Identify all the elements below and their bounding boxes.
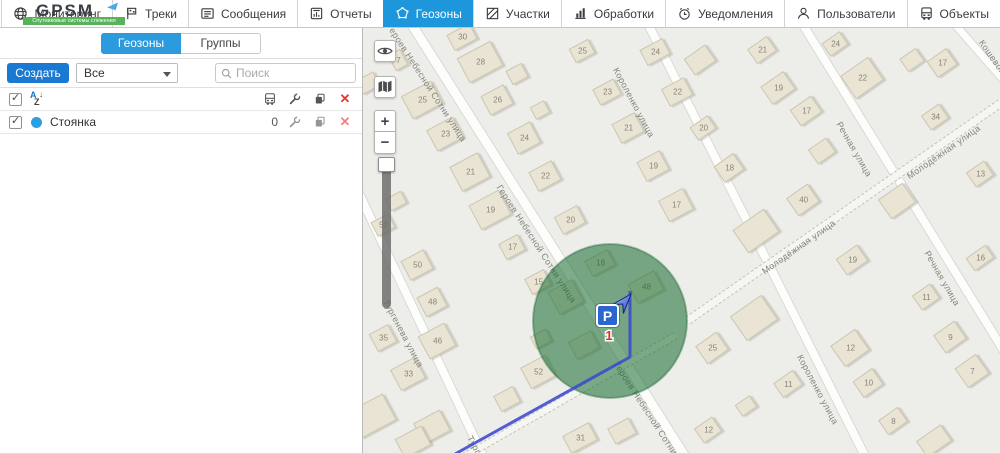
alarm-clock-icon [677, 6, 692, 21]
bar-chart-icon [573, 6, 588, 21]
nav-tab-label: Пользователи [817, 6, 896, 21]
nav-tab-geofences[interactable]: Геозоны [382, 0, 473, 27]
bus-icon [919, 6, 934, 21]
filter-dropdown[interactable]: Все [76, 63, 178, 83]
nav-tab-label: Уведомления [698, 6, 774, 21]
chevron-down-icon [163, 72, 171, 77]
nav-tab-label: Участки [505, 6, 550, 21]
copy-icon[interactable] [312, 91, 328, 107]
zoom-controls: + − [374, 110, 396, 154]
hatched-area-icon [485, 6, 500, 21]
filter-value: Все [84, 66, 105, 80]
check-icon: ✓ [11, 114, 21, 127]
sort-az-button[interactable]: A ↓ Z [30, 90, 47, 107]
map-canvas[interactable]: 7252321195048354633523028262422252321201… [363, 28, 1000, 453]
flag-icon [124, 6, 139, 21]
zoom-slider-handle[interactable] [378, 157, 395, 172]
row-checkbox[interactable]: ✓ [9, 114, 22, 129]
zoom-out-button[interactable]: − [374, 132, 396, 154]
parking-marker-label: P [603, 308, 612, 324]
brand-tagline: Спутниковые системы слежения [23, 17, 125, 25]
zoom-in-button[interactable]: + [374, 110, 396, 132]
copy-icon[interactable] [312, 114, 328, 130]
geozone-track-overlay: P 1 [454, 243, 688, 453]
nav-tab-label: Треки [145, 6, 178, 21]
search-icon [221, 68, 232, 78]
search-box [215, 63, 356, 83]
panel-tab-groups[interactable]: Группы [181, 32, 261, 54]
nav-tab-processing[interactable]: Обработки [560, 0, 665, 27]
geozones-panel: ГеозоныГруппы Создать Все ✓ A ↓ Z ✕ [0, 28, 363, 453]
geozone-row-stoyanka[interactable]: ✓ Стоянка 0 ✕ [0, 111, 362, 134]
edit-wrench-icon[interactable] [287, 114, 303, 130]
eye-icon [377, 47, 393, 55]
message-list-icon [200, 6, 215, 21]
brand-logo: GPSM Спутниковые системы слежения [0, 0, 125, 27]
nav-tab-label: Объекты [939, 6, 990, 21]
nav-tab-objects[interactable]: Объекты [906, 0, 1000, 27]
delete-icon[interactable]: ✕ [337, 114, 353, 130]
assign-objects-icon[interactable] [262, 91, 278, 107]
nav-tab-reports[interactable]: Отчеты [297, 0, 382, 27]
report-chart-icon [309, 6, 324, 21]
panel-controls: Создать Все [0, 59, 362, 88]
nav-tab-label: Отчеты [330, 6, 372, 21]
edit-wrench-icon[interactable] [287, 91, 303, 107]
panel-tabs: Геозоны Группы [0, 28, 362, 59]
geozone-count: 0 [271, 115, 278, 129]
visibility-eye-button[interactable] [374, 40, 396, 62]
map-layers-button[interactable] [374, 76, 396, 98]
search-input[interactable] [236, 66, 351, 80]
folded-map-icon [378, 80, 392, 93]
geofence-polygon-icon [395, 6, 410, 21]
geozone-color-dot [31, 116, 42, 128]
nav-tab-label: Сообщения [221, 6, 287, 21]
track-point-badge: 1 [605, 328, 612, 343]
geozone-name: Стоянка [50, 115, 97, 129]
create-button[interactable]: Создать [7, 63, 69, 83]
gpsm-app: GPSM Спутниковые системы слежения Монито… [0, 0, 1000, 454]
nav-tab-label: Геозоны [415, 6, 462, 21]
top-navigation-bar: GPSM Спутниковые системы слежения Монито… [0, 0, 1000, 28]
nav-tab-areas[interactable]: Участки [472, 0, 561, 27]
panel-tab-geozones[interactable]: Геозоны [101, 32, 181, 54]
list-header-row: ✓ A ↓ Z ✕ [0, 88, 362, 111]
person-icon [796, 6, 811, 21]
select-all-checkbox[interactable]: ✓ [9, 91, 22, 106]
main-nav: Мониторинг Треки Сообщения Отчеты Геозоны Уча… [1, 0, 1000, 27]
check-icon: ✓ [11, 91, 21, 104]
nav-tab-messages[interactable]: Сообщения [188, 0, 297, 27]
nav-tab-notifications[interactable]: Уведомления [665, 0, 784, 27]
delete-icon[interactable]: ✕ [337, 91, 353, 107]
nav-tab-label: Обработки [593, 6, 655, 21]
zoom-slider-track[interactable] [382, 160, 391, 308]
nav-tab-users[interactable]: Пользователи [784, 0, 906, 27]
